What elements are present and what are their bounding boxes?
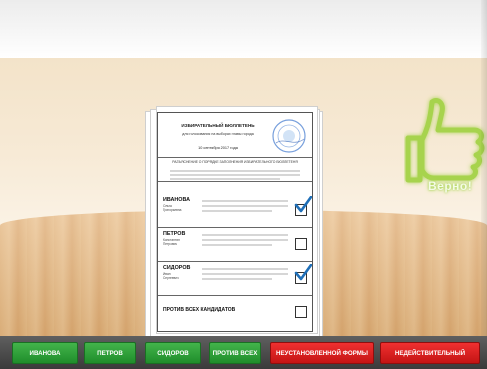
candidate-patronymic: Григорьевна: [163, 208, 182, 212]
candidate-info-line: [202, 273, 288, 275]
instructions-line: [170, 178, 280, 180]
instructions-text: РАЗЪЯСНЕНИЕ О ПОРЯДКЕ ЗАПОЛНЕНИЯ ИЗБИРАТ…: [172, 160, 298, 164]
candidate-row-ivanova: ИВАНОВА Ольга Григорьевна: [158, 193, 312, 228]
candidate-surname: СИДОРОВ: [163, 265, 191, 271]
ballot-instructions: РАЗЪЯСНЕНИЕ О ПОРЯДКЕ ЗАПОЛНЕНИЯ ИЗБИРАТ…: [158, 157, 312, 182]
candidate-surname: ИВАНОВА: [163, 197, 190, 203]
candidate-row-petrov: ПЕТРОВ Константин Петрович: [158, 227, 312, 262]
ballot-date: 10 сентября 2017 года: [198, 146, 238, 150]
vote-checkbox[interactable]: [295, 238, 307, 250]
against-all-label: ПРОТИВ ВСЕХ КАНДИДАТОВ: [163, 307, 236, 313]
candidate-details: Иван Сергеевич: [163, 272, 179, 280]
candidate-info-line: [202, 200, 288, 202]
candidate-patronymic: Сергеевич: [163, 276, 179, 280]
ballot-header: ИЗБИРАТЕЛЬНЫЙ БЮЛЛЕТЕНЬ для голосования …: [158, 113, 312, 158]
voting-scene: Верно! ИЗБИРАТЕЛЬНЫЙ БЮЛЛЕТЕНЬ для голос…: [0, 0, 487, 369]
ballot: ИЗБИРАТЕЛЬНЫЙ БЮЛЛЕТЕНЬ для голосования …: [157, 112, 313, 332]
vote-ivanova-button[interactable]: ИВАНОВА: [12, 342, 78, 364]
candidate-info-line: [202, 278, 272, 280]
candidate-info-line: [202, 210, 272, 212]
candidate-info-line: [202, 244, 272, 246]
vote-petrov-button[interactable]: ПЕТРОВ: [84, 342, 136, 364]
candidate-info-line: [202, 205, 288, 207]
checkmark-icon: [294, 264, 312, 281]
ballot-title: ИЗБИРАТЕЛЬНЫЙ БЮЛЛЕТЕНЬ: [181, 123, 255, 128]
invalid-ballot-button[interactable]: НЕДЕЙСТВИТЕЛЬНЫЙ: [380, 342, 480, 364]
candidate-info-line: [202, 268, 288, 270]
ballot-subtitle: для голосования на выборах главы города: [182, 132, 254, 136]
candidate-surname: ПЕТРОВ: [163, 231, 186, 237]
checkmark-icon: [294, 196, 312, 213]
vote-sidorov-button[interactable]: СИДОРОВ: [145, 342, 201, 364]
candidate-info-line: [202, 234, 288, 236]
candidate-details: Ольга Григорьевна: [163, 204, 181, 212]
against-all-button[interactable]: ПРОТИВ ВСЕХ: [209, 342, 261, 364]
candidate-info-line: [202, 239, 288, 241]
candidate-row-sidorov: СИДОРОВ Иван Сергеевич: [158, 261, 312, 296]
candidate-patronymic: Петрович: [163, 242, 178, 246]
instructions-line: [170, 170, 300, 172]
approval-label: Верно!: [428, 179, 473, 193]
unestablished-form-button[interactable]: НЕУСТАНОВЛЕННОЙ ФОРМЫ: [270, 342, 374, 364]
top-band: [0, 0, 487, 58]
against-all-row: ПРОТИВ ВСЕХ КАНДИДАТОВ: [158, 295, 312, 331]
instructions-line: [170, 174, 300, 176]
ballot-stack: ИЗБИРАТЕЛЬНЫЙ БЮЛЛЕТЕНЬ для голосования …: [140, 106, 330, 339]
candidate-details: Константин Петрович: [163, 238, 180, 246]
commission-stamp-icon: [272, 119, 306, 153]
right-edge-shadow: [481, 0, 487, 336]
vote-checkbox[interactable]: [295, 306, 307, 318]
